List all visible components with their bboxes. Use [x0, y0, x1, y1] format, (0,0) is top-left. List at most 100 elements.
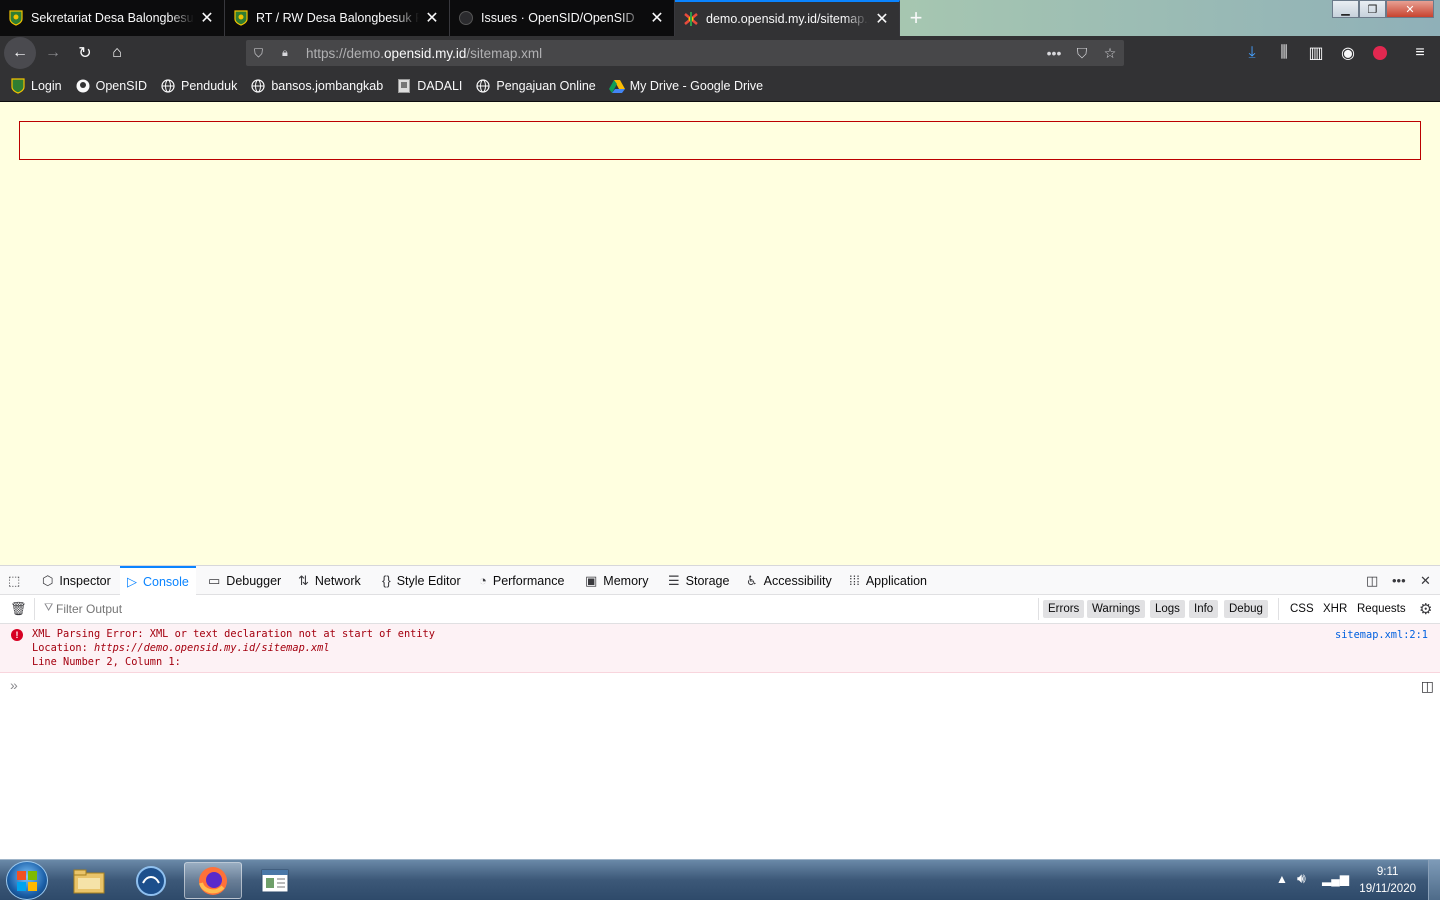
bookmarks-toolbar: Login OpenSID Penduduk bansos.jombangkab… — [0, 70, 1440, 102]
tab-close-icon[interactable]: ✕ — [198, 9, 216, 27]
lock-icon[interactable]: 🔒︎ — [282, 47, 296, 60]
network-signal-icon[interactable]: ▂▄▆ — [1322, 872, 1349, 886]
filter-warnings-button[interactable]: Warnings — [1087, 600, 1146, 618]
tray-expand-icon[interactable]: ▲ — [1276, 872, 1288, 886]
tab-sitemap[interactable]: demo.opensid.my.id/sitemap.xml ✕ — [675, 0, 900, 36]
bookmark-bansos[interactable]: bansos.jombangkab — [250, 78, 383, 94]
taskbar-document[interactable] — [246, 862, 304, 899]
sidebar-button[interactable]: ▥ — [1302, 39, 1330, 67]
bookmark-login[interactable]: Login — [10, 77, 62, 94]
tracking-shield-icon[interactable]: ⛉ — [254, 46, 270, 61]
tab-rt-rw[interactable]: RT / RW Desa Balongbesuk Pemerintah ✕ — [225, 0, 450, 36]
tab-style-editor[interactable]: {} Style Editor — [382, 566, 461, 595]
account-button[interactable]: ◉ — [1334, 39, 1362, 67]
windows-logo-icon — [17, 870, 37, 891]
filter-errors-button[interactable]: Errors — [1043, 600, 1085, 618]
tab-issues[interactable]: Issues · OpenSID/OpenSID ✕ — [450, 0, 675, 36]
trash-icon[interactable]: 🗑︎ — [10, 601, 27, 617]
menu-button[interactable]: ≡ — [1406, 39, 1434, 67]
arrow-right-icon: → — [45, 44, 61, 61]
element-picker-button[interactable]: ⬚ — [8, 566, 28, 595]
accessibility-icon: ♿︎ — [746, 572, 758, 588]
tab-close-icon[interactable]: ✕ — [873, 10, 891, 28]
bookmark-dadali[interactable]: DADALI — [396, 78, 462, 94]
application-grid-icon: ⁞⁞⁞ — [849, 573, 860, 588]
tab-close-icon[interactable]: ✕ — [423, 9, 441, 27]
sidebar-icon: ▥ — [1308, 45, 1324, 62]
pocket-icon[interactable]: ⛉ — [1068, 45, 1096, 62]
tab-network[interactable]: ⇅ Network — [298, 566, 361, 595]
devtools-toolbar: ⬚ ⬡ Inspector ▷ Console ▭ Debugger ⇅ Network… — [0, 566, 1440, 595]
network-icon: ⇅ — [298, 572, 309, 588]
divider — [34, 598, 35, 620]
taskbar-firefox[interactable] — [184, 862, 242, 899]
extension-button[interactable] — [1366, 39, 1394, 67]
downloads-button[interactable]: ⤓ — [1238, 39, 1266, 67]
bookmark-opensid[interactable]: OpenSID — [75, 78, 147, 94]
home-button[interactable]: ⌂ — [103, 39, 131, 67]
reload-button[interactable]: ↻ — [71, 39, 99, 67]
tab-sekretariat[interactable]: Sekretariat Desa Balongbesuk - ✕ — [0, 0, 225, 36]
dock-button[interactable]: ◫ — [1366, 566, 1384, 595]
console-input[interactable]: » ◫ — [0, 673, 1440, 699]
taskbar-app[interactable] — [122, 862, 180, 899]
start-button[interactable] — [6, 861, 48, 900]
devtools-more-button[interactable]: ••• — [1392, 566, 1412, 595]
style-editor-icon: {} — [382, 573, 391, 588]
bookmark-star-icon[interactable]: ☆ — [1096, 45, 1124, 62]
filter-css-button[interactable]: CSS — [1285, 600, 1319, 618]
devtools-close-button[interactable]: ✕ — [1420, 566, 1437, 595]
tab-console[interactable]: ▷ Console — [120, 566, 196, 595]
file-explorer-icon — [73, 869, 105, 893]
forward-button[interactable]: → — [39, 39, 67, 67]
divider — [1278, 598, 1279, 620]
home-icon: ⌂ — [112, 44, 122, 61]
library-button[interactable]: ⫼ — [1270, 39, 1298, 67]
taskbar-clock[interactable]: 9:11 19/11/2020 — [1359, 864, 1416, 898]
tab-storage[interactable]: ☰ Storage — [668, 566, 729, 595]
new-tab-button[interactable]: + — [902, 4, 930, 32]
github-icon — [458, 10, 474, 26]
navigation-toolbar: ← → ↻ ⌂ ⛉ 🔒︎ https://demo.opensid.my.id/… — [0, 36, 1440, 70]
window-close-button[interactable]: ✕ — [1386, 0, 1434, 18]
show-desktop-button[interactable] — [1428, 860, 1440, 900]
tab-performance[interactable]: ◔ Performance — [479, 566, 564, 595]
filter-logs-button[interactable]: Logs — [1150, 600, 1185, 618]
bookmark-penduduk[interactable]: Penduduk — [160, 78, 237, 94]
filter-debug-button[interactable]: Debug — [1224, 600, 1268, 618]
filter-requests-button[interactable]: Requests — [1352, 600, 1411, 618]
editor-mode-icon[interactable]: ◫ — [1421, 678, 1434, 695]
desa-logo-icon — [233, 10, 249, 26]
tab-memory[interactable]: ▣ Memory — [585, 566, 648, 595]
more-dots-icon: ••• — [1392, 573, 1406, 588]
hamburger-menu-icon: ≡ — [1415, 44, 1425, 61]
filter-output-input[interactable] — [56, 600, 456, 618]
url-text[interactable]: https://demo.opensid.my.id/sitemap.xml — [306, 46, 1040, 61]
taskbar-file-explorer[interactable] — [60, 862, 118, 899]
globe-icon — [160, 78, 176, 94]
tab-accessibility[interactable]: ♿︎ Accessibility — [746, 566, 832, 595]
account-icon: ◉ — [1341, 45, 1355, 62]
page-actions-icon[interactable]: ••• — [1040, 45, 1068, 61]
arrow-left-icon: ← — [12, 44, 28, 61]
bookmark-pengajuan[interactable]: Pengajuan Online — [475, 78, 596, 94]
error-location-link[interactable]: https://demo.opensid.my.id/sitemap.xml — [94, 642, 330, 654]
url-bar[interactable]: ⛉ 🔒︎ https://demo.opensid.my.id/sitemap.… — [246, 40, 1124, 66]
filter-xhr-button[interactable]: XHR — [1318, 600, 1352, 618]
library-icon: ⫼ — [1280, 44, 1288, 61]
tab-application[interactable]: ⁞⁞⁞ Application — [849, 566, 927, 595]
reload-icon: ↻ — [78, 45, 92, 62]
back-button[interactable]: ← — [4, 37, 36, 69]
console-error-message: ! XML Parsing Error: XML or text declara… — [0, 624, 1440, 673]
tab-debugger[interactable]: ▭ Debugger — [208, 566, 281, 595]
restore-button[interactable]: ❐ — [1359, 0, 1386, 18]
tab-inspector[interactable]: ⬡ Inspector — [42, 566, 111, 595]
console-settings-gear-icon[interactable]: ⚙ — [1419, 600, 1432, 618]
minimize-button[interactable]: ▁ — [1332, 0, 1359, 18]
devtools-panel: ⬚ ⬡ Inspector ▷ Console ▭ Debugger ⇅ Network… — [0, 565, 1440, 859]
volume-icon[interactable]: 🔊︎ — [1297, 870, 1306, 887]
filter-info-button[interactable]: Info — [1189, 600, 1219, 618]
error-source-link[interactable]: sitemap.xml:2:1 — [1335, 629, 1428, 641]
tab-close-icon[interactable]: ✕ — [648, 9, 666, 27]
bookmark-google-drive[interactable]: My Drive - Google Drive — [608, 78, 763, 94]
